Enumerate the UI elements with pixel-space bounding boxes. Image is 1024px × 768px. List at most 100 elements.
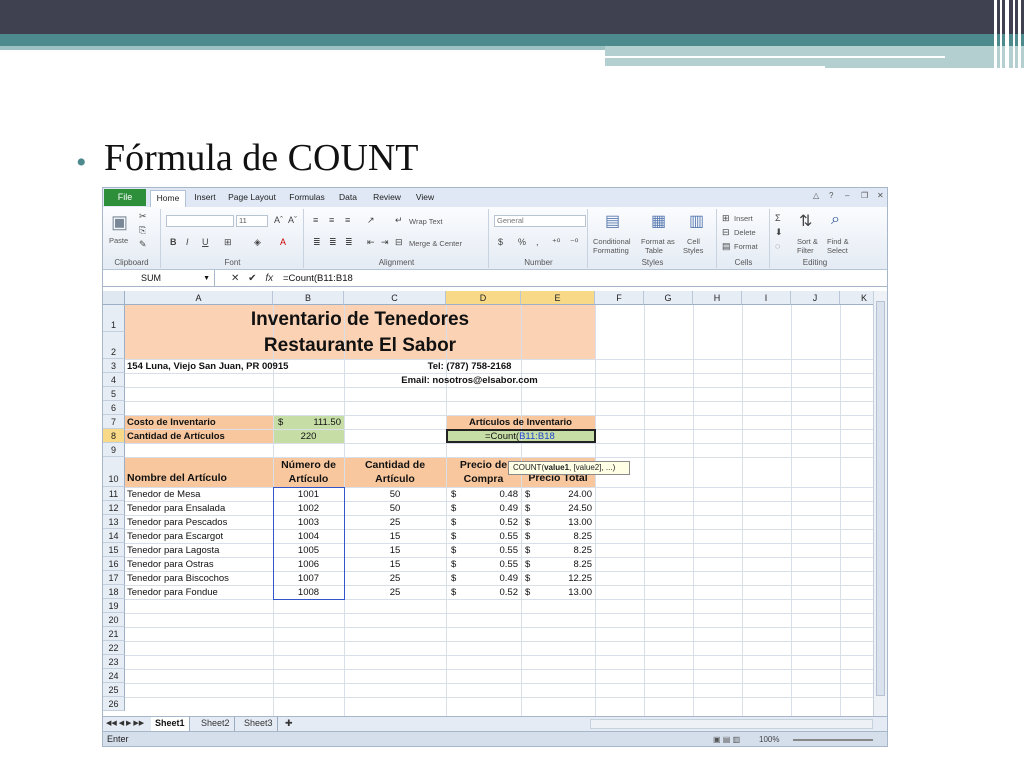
column-header[interactable]: G — [644, 291, 693, 305]
wrap-text-button[interactable]: Wrap Text — [409, 217, 443, 226]
row-header[interactable]: 3 — [103, 359, 125, 373]
item-nombre[interactable]: Tenedor para Lagosta — [127, 544, 273, 557]
select-label[interactable]: Select — [827, 246, 848, 255]
cantidad-label-cell[interactable]: Cantidad de Artículos — [127, 430, 273, 443]
insert-function-icon[interactable]: fx — [265, 273, 273, 284]
number-format-select[interactable]: General — [494, 215, 586, 227]
item-total[interactable]: 12.25 — [535, 572, 592, 585]
increase-decimal-icon[interactable]: ⁺⁰ — [552, 237, 560, 248]
row-header[interactable]: 14 — [103, 529, 125, 543]
minimize-icon[interactable]: – — [845, 191, 849, 200]
row-header[interactable]: 8 — [103, 429, 125, 443]
column-header[interactable]: C — [344, 291, 446, 305]
sheet-subtitle[interactable]: Restaurante El Sabor — [125, 333, 595, 359]
row-header[interactable]: 6 — [103, 401, 125, 415]
currency-button[interactable]: $ — [498, 237, 503, 247]
align-left-icon[interactable]: ≣ — [313, 237, 321, 248]
fill-icon[interactable]: ⬇ — [775, 227, 783, 238]
percent-button[interactable]: % — [518, 237, 526, 247]
item-total[interactable]: 8.25 — [535, 544, 593, 557]
tab-home[interactable]: Home — [150, 190, 186, 207]
row-header[interactable]: 7 — [103, 415, 125, 429]
paste-icon[interactable]: ▣ — [111, 212, 128, 233]
clear-icon[interactable]: ◌ — [775, 241, 780, 251]
row-header[interactable]: 21 — [103, 627, 125, 641]
costo-value-cell[interactable]: 111.50 — [285, 416, 341, 429]
merge-center-button[interactable]: Merge & Center — [409, 239, 462, 248]
item-total[interactable]: 8.25 — [535, 558, 593, 571]
row-header[interactable]: 12 — [103, 501, 125, 515]
row-header[interactable]: 22 — [103, 641, 125, 655]
format-as-table-icon[interactable]: ▦ — [651, 211, 666, 231]
sort-label[interactable]: Sort & — [797, 237, 818, 246]
row-header[interactable]: 23 — [103, 655, 125, 669]
delete-cells-button[interactable]: Delete — [734, 228, 756, 237]
styles-button-label[interactable]: Styles — [683, 246, 703, 255]
vertical-scrollbar[interactable] — [873, 291, 887, 716]
align-right-icon[interactable]: ≣ — [345, 237, 353, 248]
row-header[interactable]: 1 — [103, 305, 125, 332]
item-cantidad[interactable]: 15 — [344, 558, 446, 571]
borders-icon[interactable]: ⊞ — [224, 237, 232, 248]
item-cantidad[interactable]: 50 — [344, 502, 446, 515]
row-header[interactable]: 10 — [103, 457, 125, 487]
column-header[interactable]: D — [446, 291, 521, 305]
item-nombre[interactable]: Tenedor de Mesa — [127, 488, 273, 501]
item-cantidad[interactable]: 25 — [344, 586, 446, 599]
item-total[interactable]: 8.25 — [535, 530, 593, 543]
italic-icon[interactable]: I — [186, 237, 189, 247]
row-header[interactable]: 9 — [103, 443, 125, 457]
row-header[interactable]: 24 — [103, 669, 125, 683]
find-label[interactable]: Find & — [827, 237, 849, 246]
sheet-tab-1[interactable]: Sheet1 — [151, 717, 190, 731]
costo-label-cell[interactable]: Costo de Inventario — [127, 416, 273, 429]
row-header[interactable]: 19 — [103, 599, 125, 613]
item-total[interactable]: 13.00 — [535, 586, 592, 599]
insert-cells-icon[interactable]: ⊞ — [722, 213, 730, 224]
find-select-icon[interactable]: ⌕ — [831, 211, 840, 229]
font-color-icon[interactable]: A — [280, 237, 286, 247]
item-nombre[interactable]: Tenedor para Escargot — [127, 530, 273, 543]
item-total[interactable]: 24.50 — [535, 502, 592, 515]
paste-button[interactable]: Paste — [109, 236, 128, 245]
item-nombre[interactable]: Tenedor para Fondue — [127, 586, 273, 599]
item-cantidad[interactable]: 15 — [344, 544, 446, 557]
fill-color-icon[interactable]: ◈ — [254, 237, 261, 248]
name-box[interactable]: SUM ▼ — [103, 270, 215, 287]
zoom-level[interactable]: 100% — [759, 732, 779, 746]
row-header[interactable]: 4 — [103, 373, 125, 387]
function-tooltip[interactable]: COUNT(value1, [value2], ...) — [508, 461, 630, 475]
shrink-font-icon[interactable]: Aˇ — [288, 215, 297, 225]
row-header[interactable]: 16 — [103, 557, 125, 571]
column-header[interactable]: K — [840, 291, 873, 305]
item-cantidad[interactable]: 25 — [344, 572, 446, 585]
item-cantidad[interactable]: 50 — [344, 488, 446, 501]
copy-icon[interactable]: ⎘ — [139, 225, 146, 236]
sheet-title[interactable]: Inventario de Tenedores — [125, 307, 595, 333]
increase-indent-icon[interactable]: ⇥ — [381, 237, 389, 248]
item-precio[interactable]: 0.52 — [461, 516, 519, 529]
underline-icon[interactable]: U — [202, 237, 209, 247]
delete-cells-icon[interactable]: ⊟ — [722, 227, 730, 238]
view-buttons-icon[interactable]: ▣ ▤ ▥ — [713, 732, 740, 746]
grow-font-icon[interactable]: Aˆ — [274, 215, 283, 225]
wrap-text-icon[interactable]: ↵ — [395, 215, 403, 226]
tab-insert[interactable]: Insert — [189, 190, 221, 207]
merge-icon[interactable]: ⊟ — [395, 237, 403, 248]
row-header[interactable]: 25 — [103, 683, 125, 697]
sort-filter-icon[interactable]: ⇅ — [799, 211, 812, 231]
item-nombre[interactable]: Tenedor para Biscochos — [127, 572, 273, 585]
horizontal-scrollbar[interactable] — [590, 719, 873, 729]
sheet-tab-2[interactable]: Sheet2 — [197, 717, 235, 731]
bold-icon[interactable]: B — [170, 237, 177, 247]
tab-view[interactable]: View — [411, 190, 439, 207]
email-cell[interactable]: Email: nosotros@elsabor.com — [344, 374, 595, 387]
item-precio[interactable]: 0.55 — [461, 530, 519, 543]
cut-icon[interactable]: ✂ — [139, 211, 147, 222]
zoom-slider[interactable] — [793, 739, 873, 741]
item-nombre[interactable]: Tenedor para Pescados — [127, 516, 273, 529]
item-nombre[interactable]: Tenedor para Ensalada — [127, 502, 273, 515]
item-precio[interactable]: 0.48 — [461, 488, 519, 501]
column-header[interactable]: B — [273, 291, 344, 305]
phone-cell[interactable]: Tel: (787) 758-2168 — [344, 360, 595, 373]
